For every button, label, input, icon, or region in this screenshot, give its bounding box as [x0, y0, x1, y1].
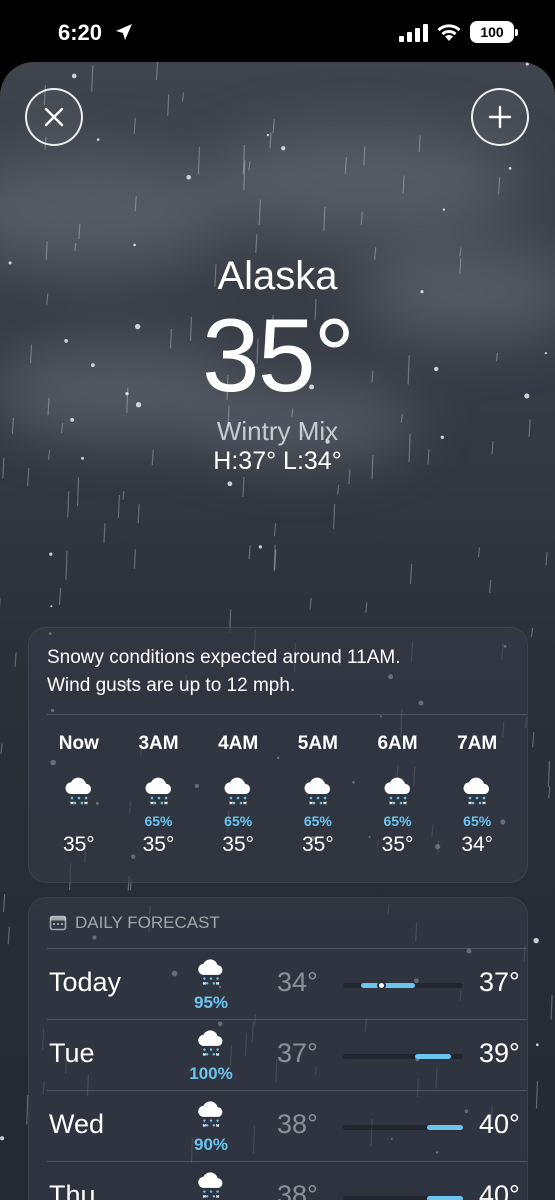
hour-item: 3AM 65% 35° [119, 715, 199, 883]
day-row[interactable]: Thu 38° 40° [47, 1161, 527, 1200]
daily-forecast-header: DAILY FORECAST [29, 898, 527, 948]
day-high-temp: 40° [479, 1180, 520, 1200]
city-name: Alaska [217, 254, 338, 298]
daily-forecast-title: DAILY FORECAST [75, 913, 220, 932]
hour-temperature: 35° [222, 833, 255, 856]
hour-item: 6AM 65% 35° [358, 715, 438, 883]
snow-cloud-icon [463, 777, 490, 805]
summary-line-2: Wind gusts are up to 12 mph. [47, 675, 296, 696]
hour-label: 3AM [138, 733, 179, 754]
temperature-range-fill [415, 1054, 451, 1059]
hour-precipitation: 65% [383, 813, 412, 829]
close-button[interactable] [25, 88, 83, 146]
daily-list: Today 95% 34° 37° Tue 100% 37° 39° Wed 90% 38° 40° T… [29, 948, 527, 1200]
cellular-signal-icon [399, 24, 428, 42]
close-icon [44, 107, 64, 127]
hour-item: 7AM 65% 34° [437, 715, 517, 883]
snow-cloud-icon [198, 959, 223, 985]
day-high-temp: 39° [479, 1038, 520, 1068]
condition-text: Wintry Mix [216, 416, 339, 446]
temperature-range-fill [427, 1196, 463, 1200]
day-row[interactable]: Tue 100% 37° 39° [47, 1019, 527, 1090]
snow-cloud-icon [304, 777, 330, 805]
hour-label: 4AM [218, 733, 259, 754]
hour-label: 6AM [377, 733, 418, 754]
day-low-temp: 38° [277, 1109, 318, 1139]
hourly-list[interactable]: Now 35° 3AM 65% 35° 4AM 65% 35° 5AM 65% 35° 6AM 65% 3… [29, 715, 527, 883]
day-low-temp: 37° [277, 1038, 318, 1068]
daily-forecast-card[interactable]: DAILY FORECAST Today 95% 34° 37° Tue 100% 37° 3… [28, 897, 528, 1200]
current-temperature: 35° [201, 298, 355, 414]
temperature-range-fill [361, 983, 415, 988]
battery-level: 100 [480, 24, 504, 40]
hour-temperature: 35° [142, 833, 175, 856]
hour-precipitation: 65% [303, 813, 332, 829]
snow-cloud-icon [198, 1101, 223, 1127]
day-precipitation: 95% [193, 993, 229, 1012]
day-precipitation: 90% [193, 1135, 229, 1154]
day-row[interactable]: Wed 90% 38° 40° [47, 1090, 527, 1161]
day-high-temp: 37° [479, 967, 520, 997]
snow-cloud-icon [224, 777, 251, 805]
hour-label: Now [58, 733, 99, 754]
day-name: Today [49, 967, 122, 997]
temperature-range-bar [343, 1054, 463, 1059]
status-bar: 6:20 100 [0, 0, 555, 62]
wifi-icon [437, 24, 461, 41]
hour-temperature: 35° [62, 833, 95, 856]
forecast-summary: Snowy conditions expected around 11AM. W… [29, 628, 527, 714]
day-high-temp: 40° [479, 1109, 520, 1139]
temperature-range-bar [343, 981, 463, 990]
day-precipitation: 100% [189, 1064, 233, 1083]
hour-label: 7AM [457, 733, 498, 754]
hour-precipitation: 65% [144, 813, 173, 829]
snow-cloud-icon [65, 777, 91, 805]
hour-temperature: 35° [301, 833, 334, 856]
snow-cloud-icon [383, 777, 410, 805]
current-temperature-marker [376, 981, 386, 990]
snow-cloud-icon [198, 1030, 223, 1056]
summary-line-1: Snowy conditions expected around 11AM. [47, 647, 401, 668]
temperature-range-bar [343, 1125, 463, 1130]
temperature-range-fill [427, 1125, 463, 1130]
hour-precipitation: 65% [224, 813, 253, 829]
location-arrow-icon [116, 24, 132, 40]
day-row[interactable]: Today 95% 34° 37° [47, 948, 527, 1019]
snow-cloud-icon [198, 1172, 223, 1198]
day-low-temp: 38° [277, 1180, 318, 1200]
battery-indicator: 100 [470, 21, 518, 43]
hour-temperature: 34° [461, 833, 494, 856]
temperature-range-bar [343, 1196, 463, 1200]
day-name: Tue [49, 1038, 95, 1068]
hour-item: Now 35° [39, 715, 119, 883]
current-weather: Alaska 35° Wintry Mix H:37° L:34° [0, 252, 555, 476]
calendar-icon [49, 915, 67, 931]
snow-cloud-icon [144, 777, 171, 805]
hour-item: 5AM 65% 35° [278, 715, 358, 883]
high-low-text: H:37° L:34° [213, 447, 342, 475]
hour-temperature: 35° [381, 833, 414, 856]
day-name: Wed [49, 1109, 105, 1139]
hourly-forecast-card[interactable]: Snowy conditions expected around 11AM. W… [28, 627, 528, 883]
add-location-button[interactable] [471, 88, 529, 146]
hour-item: 4AM 65% 35° [198, 715, 278, 883]
weather-sheet: Alaska 35° Wintry Mix H:37° L:34° Snowy … [0, 62, 555, 1200]
hour-precipitation: 65% [463, 813, 492, 829]
day-name: Thu [49, 1180, 96, 1200]
status-time: 6:20 [58, 20, 103, 45]
day-low-temp: 34° [277, 967, 318, 997]
plus-icon [488, 105, 512, 129]
hour-label: 5AM [297, 733, 338, 754]
